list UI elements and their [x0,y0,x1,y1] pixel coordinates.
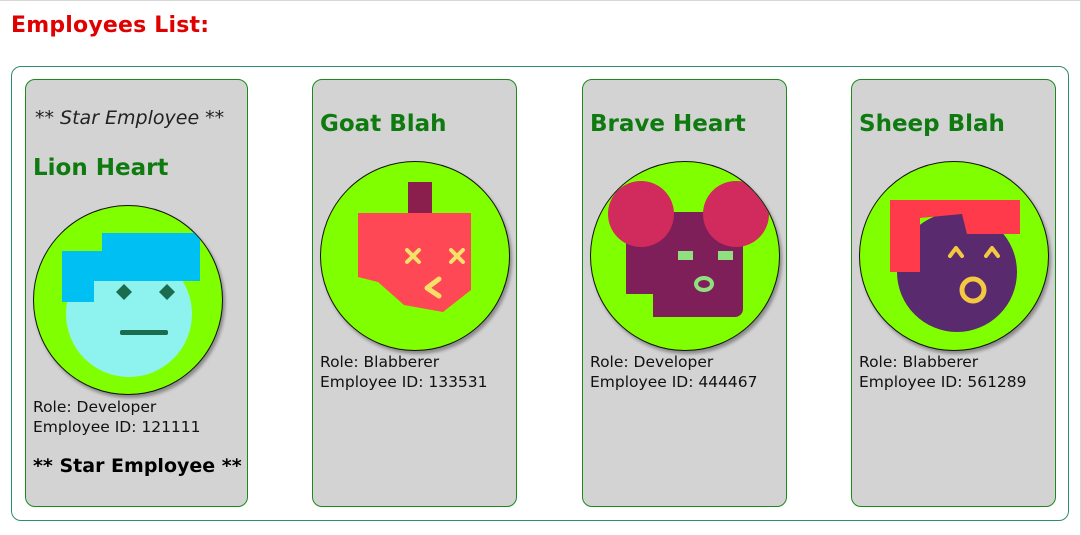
employees-page: Employees List: ** Star Employee ** Lion… [0,0,1081,535]
goat-avatar-icon [320,161,510,351]
employee-id: Employee ID: 561289 [859,373,1027,391]
brave-avatar-icon [590,161,780,351]
employee-card-lion-heart: ** Star Employee ** Lion Heart Role: Dev… [25,79,248,507]
employee-role: Role: Blabberer [859,353,979,371]
employee-name: Lion Heart [33,155,169,181]
employee-role: Role: Developer [590,353,714,371]
page-title: Employees List: [11,13,210,38]
employee-name: Goat Blah [320,111,447,137]
employee-name: Sheep Blah [859,111,1005,137]
sheep-avatar-icon [859,161,1049,351]
lion-avatar-icon [33,205,223,395]
star-employee-banner-top: ** Star Employee ** [35,107,225,129]
employee-role: Role: Developer [33,398,157,416]
employee-id: Employee ID: 444467 [590,373,758,391]
employee-id: Employee ID: 121111 [33,418,201,436]
employee-card-goat-blah: Goat Blah Role: Blabberer Employee ID: 1… [312,79,517,507]
employee-card-brave-heart: Brave Heart Role: Developer Employee ID:… [582,79,787,507]
employee-role: Role: Blabberer [320,353,440,371]
employee-card-sheep-blah: Sheep Blah Role: Blabberer Employee ID: … [851,79,1056,507]
employee-name: Brave Heart [590,111,746,137]
star-employee-banner-bottom: ** Star Employee ** [33,455,242,477]
employee-id: Employee ID: 133531 [320,373,488,391]
